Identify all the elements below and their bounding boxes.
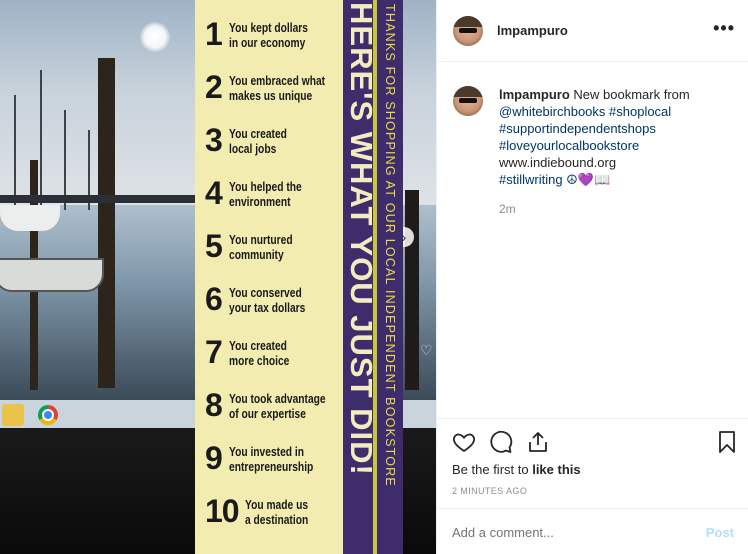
share-icon[interactable] xyxy=(526,430,550,454)
bookmark-item: 7 You created more choice xyxy=(205,336,345,389)
bookmark-item: 2 You embraced what makes us unique xyxy=(205,71,345,124)
caption-username[interactable]: lmpampuro xyxy=(499,87,570,102)
item-text-line: local jobs xyxy=(229,142,277,156)
likes-text: Be the first to like this xyxy=(452,462,581,477)
caption-time: 2m xyxy=(499,202,516,216)
bookmark: 1 You kept dollars in our economy 2 You e… xyxy=(195,0,405,554)
item-text-line: You helped the xyxy=(229,180,302,194)
bookmark-item: 8 You took advantage of our expertise xyxy=(205,389,345,442)
item-number: 10 xyxy=(205,493,240,529)
item-text-line: more choice xyxy=(229,354,290,368)
item-number: 8 xyxy=(205,387,223,423)
avatar[interactable] xyxy=(453,16,483,46)
item-text-line: You created xyxy=(229,339,287,353)
pier-post xyxy=(405,190,419,390)
header-username[interactable]: lmpampuro xyxy=(497,23,568,38)
boat xyxy=(0,258,104,292)
bookmark-item: 9 You invested in entrepreneurship xyxy=(205,442,345,495)
post-header: lmpampuro ••• xyxy=(437,0,748,62)
item-text-line: in our economy xyxy=(229,36,306,50)
folder-icon xyxy=(2,404,24,426)
bookmark-item: 5 You nurtured community xyxy=(205,230,345,283)
caption-line[interactable]: @whitebirchbooks #shoplocal xyxy=(499,103,735,120)
like-this-link[interactable]: like this xyxy=(532,462,580,477)
boat-mast xyxy=(40,70,42,210)
item-number: 4 xyxy=(205,175,223,211)
divider xyxy=(437,508,748,509)
bookmark-item: 1 You kept dollars in our economy xyxy=(205,18,345,71)
chrome-icon xyxy=(38,405,58,425)
caption: lmpampuro New bookmark from @whitebirchb… xyxy=(499,86,735,188)
post-timestamp: 2 MINUTES AGO xyxy=(452,486,528,496)
item-text-line: entrepreneurship xyxy=(229,460,314,474)
caption-line[interactable]: #supportindependentshops xyxy=(499,120,735,137)
caption-line[interactable]: #loveyourlocalbookstore xyxy=(499,137,735,154)
item-text-line: community xyxy=(229,248,284,262)
item-text-line: You conserved xyxy=(229,286,302,300)
item-text-line: You created xyxy=(229,127,287,141)
bookmark-item: 4 You helped the environment xyxy=(205,177,345,230)
item-text-line: your tax dollars xyxy=(229,301,306,315)
bookmark-list: 1 You kept dollars in our economy 2 You e… xyxy=(205,18,345,548)
bookmark-icon[interactable] xyxy=(715,430,739,454)
divider xyxy=(437,418,748,419)
item-number: 6 xyxy=(205,281,223,317)
dock xyxy=(0,195,195,203)
comment-icon[interactable] xyxy=(489,430,513,454)
likes-prefix: Be the first to xyxy=(452,462,533,477)
bookmark-thanks-text: THANKS FOR SHOPPING AT OUR LOCAL INDEPEN… xyxy=(383,4,397,487)
item-text-line: You took advantage xyxy=(229,392,326,406)
item-number: 5 xyxy=(205,228,223,264)
caption-line[interactable]: #stillwriting ☮💜📖 xyxy=(499,171,735,188)
item-text-line: You kept dollars xyxy=(229,21,308,35)
boat-mast xyxy=(14,95,16,210)
item-number: 1 xyxy=(205,16,223,52)
pier-post xyxy=(98,58,115,388)
item-text-line: makes us unique xyxy=(229,89,313,103)
more-options-icon[interactable]: ••• xyxy=(713,18,735,39)
post-sidebar: lmpampuro ••• lmpampuro New bookmark fro… xyxy=(436,0,748,554)
item-text-line: environment xyxy=(229,195,291,209)
item-text-line: of our expertise xyxy=(229,407,306,421)
caption-avatar[interactable] xyxy=(453,86,483,116)
item-text-line: a destination xyxy=(245,513,309,527)
bookmark-item: 10 You made us a destination xyxy=(205,495,345,548)
bookmark-headline: HERE'S WHAT YOU JUST DID! xyxy=(344,2,379,476)
peek-heart-icon: ♡ xyxy=(420,342,433,358)
item-text-line: You made us xyxy=(245,498,309,512)
item-number: 7 xyxy=(205,334,223,370)
item-number: 3 xyxy=(205,122,223,158)
comment-input[interactable] xyxy=(452,525,692,540)
caption-line: www.indiebound.org xyxy=(499,155,617,170)
item-number: 9 xyxy=(205,440,223,476)
item-text-line: You invested in xyxy=(229,445,304,459)
post-comment-button[interactable]: Post xyxy=(706,525,734,540)
item-text-line: You embraced what xyxy=(229,74,326,88)
item-text-line: You nurtured xyxy=(229,233,293,247)
heart-icon[interactable] xyxy=(452,430,476,454)
caption-text: New bookmark from xyxy=(573,87,690,102)
boat xyxy=(0,205,60,231)
bookmark-item: 3 You created local jobs xyxy=(205,124,345,177)
sun xyxy=(140,22,170,52)
bookmark-item: 6 You conserved your tax dollars xyxy=(205,283,345,336)
post-image[interactable]: › ♡ 1 You kept dollars in our economy 2 Y… xyxy=(0,0,436,554)
item-number: 2 xyxy=(205,69,223,105)
